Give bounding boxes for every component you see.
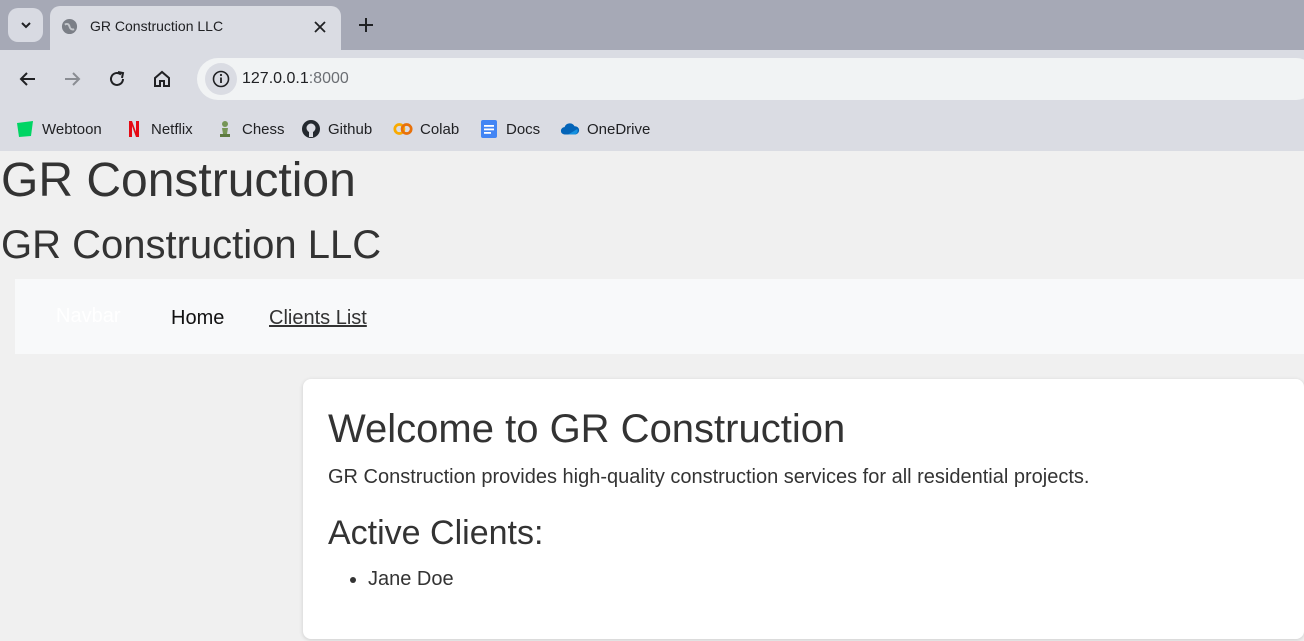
clients-list: Jane Doe [348, 568, 454, 591]
bookmark-colab[interactable]: Colab [393, 116, 459, 142]
chevron-down-icon [20, 22, 31, 29]
arrow-left-icon [19, 72, 35, 86]
tab-title: GR Construction LLC [90, 18, 224, 34]
navbar: Navbar Home Clients List [15, 279, 1304, 354]
browser-toolbar: 127.0.0.1:8000 [0, 50, 1304, 108]
bookmark-label: Chess [242, 120, 285, 138]
active-tab[interactable]: GR Construction LLC [50, 6, 341, 50]
bookmark-label: Github [328, 120, 373, 138]
netflix-icon [124, 119, 144, 139]
address-bar[interactable]: 127.0.0.1:8000 [197, 58, 1304, 100]
bookmark-onedrive[interactable]: OneDrive [560, 116, 650, 142]
bookmark-webtoon[interactable]: Webtoon [15, 116, 102, 142]
nav-link-clients-list[interactable]: Clients List [269, 307, 367, 330]
back-button[interactable] [12, 63, 44, 95]
list-item: Jane Doe [368, 568, 454, 591]
colab-icon [393, 119, 413, 139]
bookmark-label: Docs [506, 120, 541, 138]
bookmark-label: Netflix [151, 120, 193, 138]
url-text: 127.0.0.1:8000 [242, 70, 349, 88]
card-title: Welcome to GR Construction [328, 407, 846, 451]
welcome-card: Welcome to GR Construction GR Constructi… [303, 379, 1304, 639]
bookmark-netflix[interactable]: Netflix [124, 116, 193, 142]
bookmark-github[interactable]: Github [301, 116, 372, 142]
bookmark-chess[interactable]: Chess [215, 116, 285, 142]
site-info-button[interactable] [205, 63, 237, 95]
navbar-brand[interactable]: Navbar [56, 305, 120, 328]
nav-link-home[interactable]: Home [171, 307, 224, 330]
tab-strip: GR Construction LLC [0, 0, 1304, 50]
reload-button[interactable] [101, 63, 133, 95]
bookmark-label: Colab [420, 120, 460, 138]
bookmark-label: Webtoon [42, 120, 102, 138]
home-button[interactable] [146, 63, 178, 95]
url-host: 127.0.0.1 [242, 70, 309, 87]
arrow-right-icon [65, 72, 81, 86]
bookmark-docs[interactable]: Docs [479, 116, 540, 142]
webtoon-icon [15, 119, 35, 139]
github-icon [301, 119, 321, 139]
active-clients-heading: Active Clients: [328, 514, 544, 552]
page-title: GR Construction [1, 154, 356, 207]
card-description: GR Construction provides high-quality co… [328, 466, 1090, 488]
tab-search-button[interactable] [8, 8, 43, 42]
chess-icon [215, 119, 235, 139]
page-content: GR Construction GR Construction LLC Navb… [0, 151, 1304, 641]
url-port: :8000 [308, 70, 349, 87]
bookmark-label: OneDrive [587, 120, 651, 138]
onedrive-icon [560, 119, 580, 139]
globe-icon [61, 18, 78, 35]
plus-icon [359, 18, 373, 32]
bookmarks-bar: Webtoon Netflix Chess Github Colab Docs … [0, 108, 1304, 151]
new-tab-button[interactable] [352, 11, 380, 39]
docs-icon [479, 119, 499, 139]
close-icon [314, 21, 326, 33]
reload-icon [110, 71, 125, 86]
tab-close-button[interactable] [309, 16, 331, 38]
forward-button[interactable] [56, 63, 88, 95]
page-subtitle: GR Construction LLC [1, 223, 382, 267]
info-icon [212, 70, 230, 88]
home-icon [154, 70, 170, 87]
